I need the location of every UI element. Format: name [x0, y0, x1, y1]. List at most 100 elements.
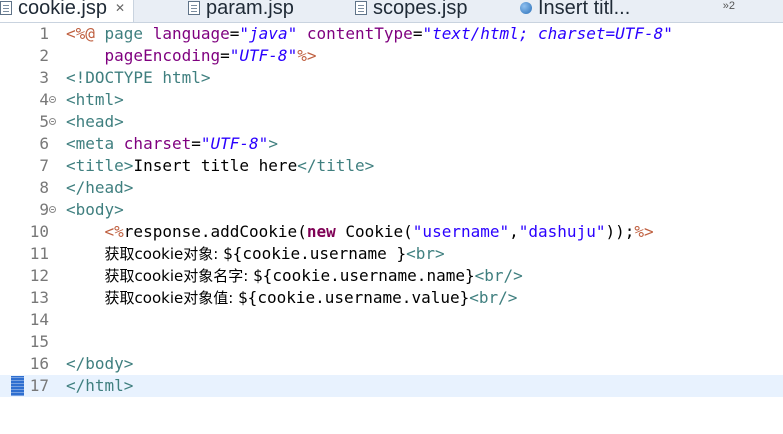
tab-overflow-indicator[interactable]: »2: [723, 0, 735, 12]
line-number: 4: [39, 90, 49, 109]
code-line[interactable]: 7 <title>Insert title here</title>: [0, 155, 783, 177]
code-line[interactable]: 14: [0, 309, 783, 331]
code-token: ${cookie.username.value}: [238, 288, 470, 307]
code-line[interactable]: 9 <body>: [0, 199, 783, 221]
line-code[interactable]: 获取cookie对象值: ${cookie.username.value}<br…: [66, 287, 518, 309]
code-token: <meta: [66, 134, 124, 153]
line-number: 2: [39, 46, 49, 65]
line-gutter: 2: [0, 45, 62, 67]
line-gutter: 10: [0, 221, 62, 243]
code-token: <title>: [66, 156, 134, 175]
code-line[interactable]: 4 <html>: [0, 89, 783, 111]
code-line[interactable]: 17 </html>: [0, 375, 783, 397]
code-line[interactable]: 1 <%@ page language="java" contentType="t…: [0, 23, 783, 45]
line-gutter: 3: [0, 67, 62, 89]
code-token: new: [306, 222, 336, 241]
line-number: 10: [29, 222, 49, 241]
fold-collapse-icon[interactable]: [49, 206, 56, 213]
code-token: <html>: [66, 90, 124, 109]
line-number: 5: [39, 112, 49, 131]
line-code[interactable]: <head>: [66, 111, 124, 133]
line-code[interactable]: <html>: [66, 89, 124, 111]
line-gutter: 1: [0, 23, 62, 45]
code-token: ,: [509, 222, 519, 241]
line-number: 17: [29, 376, 49, 395]
line-code[interactable]: <%@ page language="java" contentType="te…: [66, 23, 673, 45]
code-token: "UTF-8": [200, 134, 269, 153]
code-token: <head>: [66, 112, 124, 131]
code-token: </title>: [297, 156, 375, 175]
code-token: language: [152, 24, 230, 43]
code-token: charset: [123, 134, 192, 153]
code-token: 获取cookie对象:: [104, 245, 224, 263]
code-token: ${cookie.username.name}: [253, 266, 475, 285]
tab-scopes-jsp[interactable]: scopes.jsp: [355, 0, 468, 22]
line-code[interactable]: 获取cookie对象名字: ${cookie.username.name}<br…: [66, 265, 523, 287]
tab-label: scopes.jsp: [373, 0, 468, 19]
code-token: <%@: [66, 24, 105, 43]
code-token: page: [104, 24, 153, 43]
fold-collapse-icon[interactable]: [49, 118, 56, 125]
code-token: <!DOCTYPE html>: [66, 68, 211, 87]
code-token: </html>: [66, 376, 134, 395]
line-code[interactable]: </html>: [66, 375, 133, 397]
line-gutter: 5: [0, 111, 62, 133]
line-number: 8: [39, 178, 49, 197]
code-token: >: [268, 134, 278, 153]
line-gutter: 8: [0, 177, 62, 199]
line-code[interactable]: <title>Insert title here</title>: [66, 155, 374, 177]
editor-tab-bar: cookie.jsp ✕ param.jsp scopes.jsp Insert…: [0, 0, 783, 23]
line-code[interactable]: <!DOCTYPE html>: [66, 67, 211, 89]
line-code[interactable]: 获取cookie对象: ${cookie.username }<br>: [66, 243, 445, 265]
code-token: response.addCookie(: [123, 222, 307, 241]
tab-label: Insert titl...: [538, 0, 631, 19]
code-token: ));: [605, 222, 635, 241]
code-token: contentType: [306, 24, 413, 43]
tab-label: cookie.jsp: [18, 0, 107, 19]
code-token: %>: [297, 46, 317, 65]
code-line[interactable]: 11 获取cookie对象: ${cookie.username }<br>: [0, 243, 783, 265]
code-token: Cookie(: [335, 222, 413, 241]
line-code[interactable]: pageEncoding="UTF-8"%>: [66, 45, 317, 67]
line-code[interactable]: <meta charset="UTF-8">: [66, 133, 278, 155]
code-token: "UTF-8": [229, 46, 298, 65]
code-token: 获取cookie对象名字:: [104, 267, 254, 285]
code-token: ${cookie.username }: [223, 244, 407, 263]
code-line[interactable]: 16 </body>: [0, 353, 783, 375]
code-editor[interactable]: 1 <%@ page language="java" contentType="t…: [0, 23, 783, 434]
tab-param-jsp[interactable]: param.jsp: [188, 0, 294, 22]
code-line[interactable]: 12 获取cookie对象名字: ${cookie.username.name}…: [0, 265, 783, 287]
code-token: "java": [239, 24, 298, 43]
tab-cookie-jsp[interactable]: cookie.jsp ✕: [0, 0, 134, 22]
line-code[interactable]: <body>: [66, 199, 124, 221]
code-line[interactable]: 6 <meta charset="UTF-8">: [0, 133, 783, 155]
code-line[interactable]: 8 </head>: [0, 177, 783, 199]
code-token: <%: [104, 222, 124, 241]
line-number: 7: [39, 156, 49, 175]
code-line[interactable]: 13 获取cookie对象值: ${cookie.username.value}…: [0, 287, 783, 309]
line-code[interactable]: </body>: [66, 353, 133, 375]
line-gutter: 13: [0, 287, 62, 309]
code-line[interactable]: 15: [0, 331, 783, 353]
line-number: 11: [29, 244, 49, 263]
code-line[interactable]: 10 <%response.addCookie(new Cookie("user…: [0, 221, 783, 243]
tab-insert-title[interactable]: Insert titl...: [520, 0, 630, 22]
line-number: 15: [29, 332, 49, 351]
line-gutter: 16: [0, 353, 62, 375]
code-line[interactable]: 2 pageEncoding="UTF-8"%>: [0, 45, 783, 67]
line-number: 1: [39, 24, 49, 43]
code-token: =: [191, 134, 201, 153]
line-code[interactable]: <%response.addCookie(new Cookie("usernam…: [66, 221, 654, 243]
line-gutter: 17: [0, 375, 62, 397]
code-line[interactable]: 3 <!DOCTYPE html>: [0, 67, 783, 89]
code-token: <br/>: [474, 266, 523, 285]
fold-collapse-icon[interactable]: [49, 96, 56, 103]
code-token: =: [220, 46, 230, 65]
code-token: "dashuju": [518, 222, 606, 241]
close-icon[interactable]: ✕: [115, 1, 125, 15]
line-code[interactable]: </head>: [66, 177, 133, 199]
code-line[interactable]: 5 <head>: [0, 111, 783, 133]
